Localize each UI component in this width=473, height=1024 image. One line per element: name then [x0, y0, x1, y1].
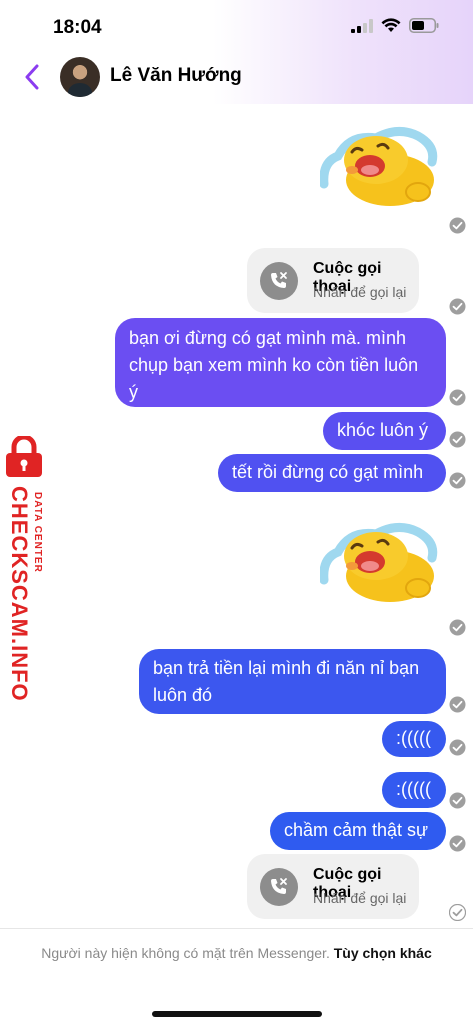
more-options-link[interactable]: Tùy chọn khác	[334, 945, 432, 961]
status-time: 18:04	[53, 17, 102, 38]
read-check-icon	[449, 472, 466, 489]
wifi-icon	[381, 18, 401, 32]
battery-icon	[409, 18, 439, 33]
read-check-icon	[449, 696, 466, 713]
status-icons	[351, 18, 439, 33]
message-text: :(((((	[396, 779, 431, 799]
avatar[interactable]	[60, 57, 100, 97]
message-text: khóc luôn ý	[337, 420, 429, 440]
message-line: luôn đó	[153, 685, 213, 705]
watermark-tag: DATA CENTER	[32, 492, 43, 573]
message-line: bạn ơi đừng có gạt mình mà. mình	[129, 328, 406, 348]
message-line: ý	[129, 382, 138, 402]
lock-icon	[6, 436, 42, 477]
signal-icon	[351, 18, 373, 33]
missed-call-icon	[260, 262, 298, 300]
message-bubble[interactable]: :(((((	[382, 772, 446, 808]
read-check-icon	[449, 217, 466, 234]
message-list[interactable]: Cuộc gọi thoại Nhấn để gọi lại bạn ơi đừ…	[0, 104, 473, 930]
watermark: CHECKSCAM.INFO DATA CENTER	[2, 436, 50, 702]
call-subtitle: Nhấn để gọi lại	[313, 284, 407, 300]
read-check-icon	[449, 904, 466, 921]
message-bubble[interactable]: chầm cảm thật sự	[270, 812, 446, 850]
voice-call-card[interactable]: Cuộc gọi thoại Nhấn để gọi lại	[247, 854, 419, 919]
read-check-icon	[449, 389, 466, 406]
message-bubble[interactable]: tết rồi đừng có gạt mình	[218, 454, 446, 492]
read-check-icon	[449, 619, 466, 636]
footer-notice: Người này hiện không có mặt trên Messeng…	[40, 943, 433, 964]
message-line: bạn trả tiền lại mình đi năn nỉ bạn	[153, 658, 420, 678]
chat-header: 18:04 Lê Văn Hướng	[0, 0, 473, 104]
voice-call-card[interactable]: Cuộc gọi thoại Nhấn để gọi lại	[247, 248, 419, 313]
contact-name[interactable]: Lê Văn Hướng	[110, 65, 242, 87]
read-check-icon	[449, 431, 466, 448]
watermark-brand: CHECKSCAM.INFO	[7, 486, 32, 702]
read-check-icon	[449, 298, 466, 315]
message-bubble[interactable]: :(((((	[382, 721, 446, 757]
read-check-icon	[449, 739, 466, 756]
header-bar: Lê Văn Hướng	[0, 52, 473, 102]
status-bar: 18:04	[0, 0, 473, 54]
read-check-icon	[449, 792, 466, 809]
missed-call-icon	[260, 868, 298, 906]
message-bubble[interactable]: bạn trả tiền lại mình đi năn nỉ bạn luôn…	[139, 649, 446, 714]
composer-footer: Người này hiện không có mặt trên Messeng…	[0, 928, 473, 1024]
message-bubble[interactable]: bạn ơi đừng có gạt mình mà. mình chụp bạ…	[115, 318, 446, 407]
call-subtitle: Nhấn để gọi lại	[313, 890, 407, 906]
home-indicator[interactable]	[152, 1011, 322, 1017]
sticker-crying-cat[interactable]	[320, 518, 438, 606]
read-check-icon	[449, 835, 466, 852]
sticker-crying-cat[interactable]	[320, 122, 438, 210]
footer-notice-text: Người này hiện không có mặt trên Messeng…	[41, 945, 330, 961]
message-text: :(((((	[396, 728, 431, 748]
message-text: chầm cảm thật sự	[284, 820, 429, 840]
message-line: chụp bạn xem mình ko còn tiền luôn	[129, 355, 419, 375]
back-button[interactable]	[20, 62, 44, 92]
message-text: tết rồi đừng có gạt mình	[232, 462, 424, 482]
message-bubble[interactable]: khóc luôn ý	[323, 412, 446, 450]
chevron-left-icon	[25, 64, 39, 90]
